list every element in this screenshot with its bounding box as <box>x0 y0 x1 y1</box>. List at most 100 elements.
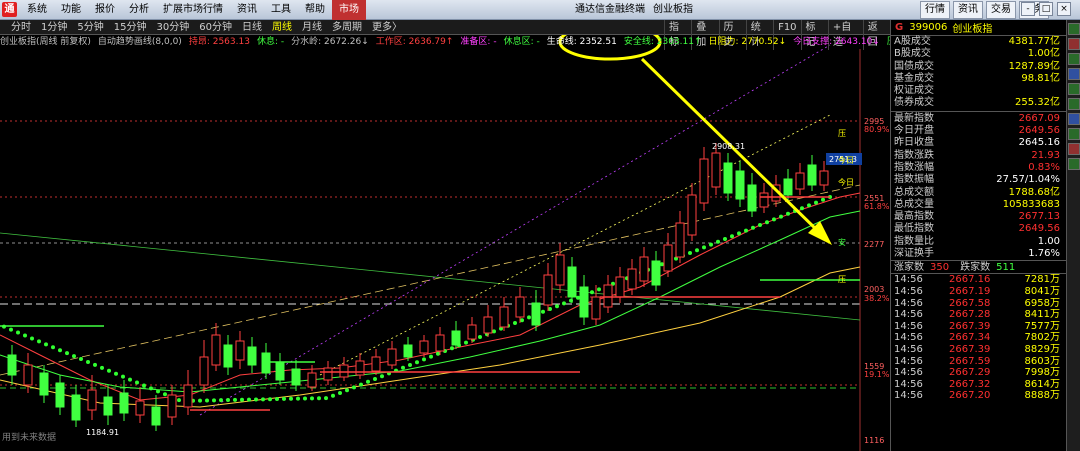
tick-time: 14:56 <box>894 355 923 367</box>
period-tab-7[interactable]: 周线 <box>267 20 297 35</box>
high-label: 2908.31 <box>712 142 745 151</box>
side-button-9[interactable] <box>1068 143 1080 155</box>
side-button-6[interactable] <box>1068 98 1080 110</box>
menu-item-6[interactable]: 工具 <box>264 0 298 20</box>
candle-body <box>135 400 145 416</box>
side-button-2[interactable] <box>1068 38 1080 50</box>
side-button-5[interactable] <box>1068 83 1080 95</box>
safety-line-dot <box>520 318 524 323</box>
stat-value: 1788.68亿 <box>1008 186 1060 198</box>
menu-item-2[interactable]: 报价 <box>88 0 122 20</box>
tick-price: 2667.28 <box>949 309 991 321</box>
period-tab-10[interactable]: 更多〉 <box>367 20 407 35</box>
main-menu: 系统 功能 报价 分析 扩展市场行情 资讯 工具 帮助 市场 <box>20 0 366 20</box>
kline-chart-svg[interactable]: 299580.9%255161.8%2277200338.2%155919.1%… <box>0 35 890 451</box>
stat-row: 指数涨幅 0.83% <box>891 162 1066 174</box>
down-count: 511 <box>996 262 1016 274</box>
candle-body <box>819 170 829 186</box>
side-button-3[interactable] <box>1068 53 1080 65</box>
stat-label: 权证成交 <box>894 85 934 97</box>
safety-line-dot <box>562 301 566 306</box>
price-axis-label: 2003 <box>864 285 884 294</box>
candle-body <box>235 340 245 361</box>
candle-body <box>167 394 177 418</box>
tick-volume: 8411万 <box>1024 309 1060 321</box>
menu-item-7[interactable]: 帮助 <box>298 0 332 20</box>
safety-line-dot <box>198 398 202 403</box>
period-tab-8[interactable]: 月线 <box>297 20 327 35</box>
period-tab-1[interactable]: 1分钟 <box>36 20 72 35</box>
period-tab-0[interactable]: 分时 <box>6 20 36 35</box>
candle-body <box>687 194 697 236</box>
safety-line-dot <box>254 397 258 402</box>
candle-body <box>531 302 541 326</box>
top-button-2[interactable]: 交易 <box>986 1 1016 19</box>
safety-line-dot <box>219 398 223 403</box>
period-tab-2[interactable]: 5分钟 <box>72 20 108 35</box>
side-button-1[interactable] <box>1068 23 1080 35</box>
safety-line-dot <box>555 304 559 309</box>
menu-item-4[interactable]: 扩展市场行情 <box>156 0 230 20</box>
safety-line-dot <box>86 359 90 364</box>
menu-item-0[interactable]: 系统 <box>20 0 54 20</box>
stat-label: 基金成交 <box>894 72 934 84</box>
safety-line-dot <box>779 214 783 219</box>
candle-body <box>183 384 193 408</box>
minimize-button[interactable]: - <box>1021 2 1035 16</box>
menu-item-1[interactable]: 功能 <box>54 0 88 20</box>
top-button-0[interactable]: 行情 <box>920 1 950 19</box>
candle-body <box>223 344 233 368</box>
safety-line-dot <box>93 362 97 367</box>
period-tabs: 分时 1分钟 5分钟 15分钟 30分钟 60分钟 日线 周线 月线 多周期 更多〉 <box>6 20 407 35</box>
period-tab-6[interactable]: 日线 <box>237 20 267 35</box>
candle-body <box>783 178 793 196</box>
candle-body <box>247 346 257 366</box>
menu-item-3[interactable]: 分析 <box>122 0 156 20</box>
price-axis-label: 1116 <box>864 436 884 445</box>
stat-value: 1287.89亿 <box>1008 60 1060 72</box>
candle-body <box>735 170 745 200</box>
safety-line-dot <box>44 342 48 347</box>
top-button-1[interactable]: 资讯 <box>953 1 983 19</box>
safety-line-dot <box>800 206 804 211</box>
tick-volume: 8603万 <box>1024 355 1060 367</box>
safety-line-dot <box>744 228 748 233</box>
tick-volume: 7802万 <box>1024 332 1060 344</box>
menu-item-5[interactable]: 资讯 <box>230 0 264 20</box>
safety-line-dot <box>401 365 405 370</box>
menu-item-8[interactable]: 市场 <box>332 0 366 20</box>
period-tab-5[interactable]: 60分钟 <box>194 20 237 35</box>
candle-body <box>261 352 271 374</box>
safety-line-dot <box>772 217 776 222</box>
side-button-7[interactable] <box>1068 113 1080 125</box>
stat-label: 最高指数 <box>894 211 934 223</box>
period-tab-9[interactable]: 多周期 <box>327 20 367 35</box>
safety-line-dot <box>282 396 286 401</box>
tick-price: 2667.59 <box>949 355 991 367</box>
candle-body <box>483 316 493 334</box>
ma-green <box>0 210 861 393</box>
maximize-button[interactable]: □ <box>1039 2 1053 16</box>
stat-label: 昨日收盘 <box>894 137 934 149</box>
up-count-label: 涨家数 <box>894 262 924 274</box>
kline-chart[interactable]: 2995 80.9% 2551 61.8% 2277 2003 38.2% 1559 19.1%… <box>0 35 890 451</box>
safety-line-dot <box>233 397 237 402</box>
safety-line-dot <box>723 237 727 241</box>
period-tab-4[interactable]: 30分钟 <box>151 20 194 35</box>
tick-time: 14:56 <box>894 343 923 355</box>
safety-line-dot <box>226 398 230 403</box>
side-button-8[interactable] <box>1068 128 1080 140</box>
market-flag: G <box>895 22 904 33</box>
safety-line-dot <box>289 396 293 401</box>
side-button-4[interactable] <box>1068 68 1080 80</box>
period-tab-3[interactable]: 15分钟 <box>109 20 152 35</box>
side-marker: 今日 <box>838 155 854 165</box>
safety-line-dot <box>275 397 279 402</box>
stat-value: 1.00亿 <box>1027 48 1060 60</box>
close-button[interactable]: × <box>1057 2 1071 16</box>
safety-line-dot <box>730 234 734 239</box>
stat-value: 2667.09 <box>1018 112 1060 124</box>
candle-body <box>699 158 709 204</box>
safety-line-dot <box>786 211 790 216</box>
side-button-10[interactable] <box>1068 158 1080 170</box>
